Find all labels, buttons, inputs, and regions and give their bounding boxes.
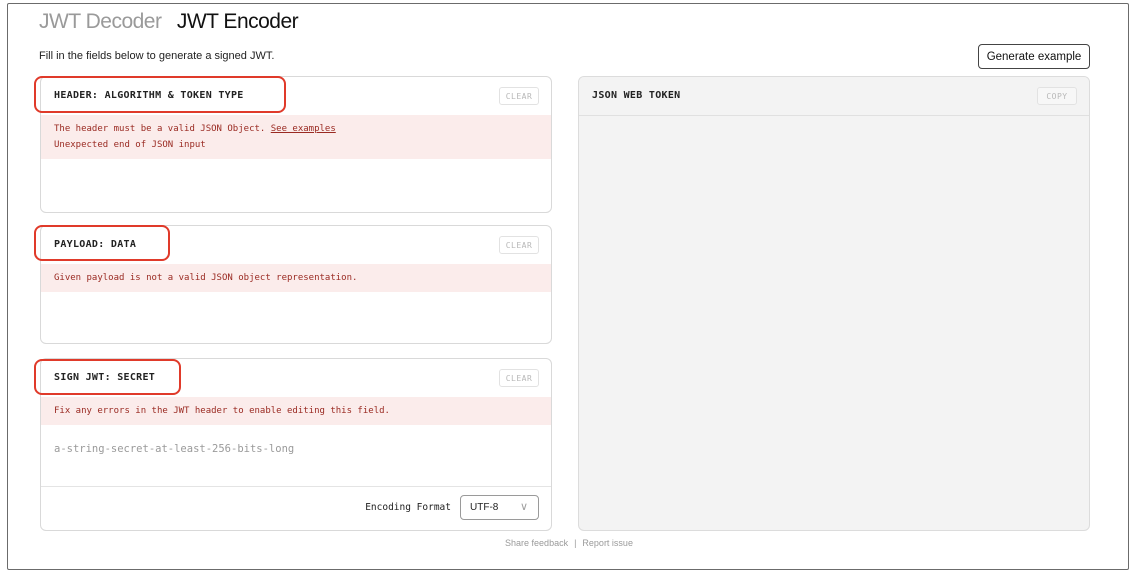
generate-example-button[interactable]: Generate example bbox=[978, 44, 1090, 69]
payload-clear-button[interactable]: CLEAR bbox=[499, 236, 539, 254]
header-panel: HEADER: ALGORITHM & TOKEN TYPE CLEAR The… bbox=[40, 76, 552, 213]
copy-token-button[interactable]: COPY bbox=[1037, 87, 1077, 105]
header-error-text: The header must be a valid JSON Object. bbox=[54, 124, 266, 134]
see-examples-link[interactable]: See examples bbox=[271, 124, 336, 134]
tab-jwt-encoder[interactable]: JWT Encoder bbox=[177, 10, 299, 33]
header-panel-head: HEADER: ALGORITHM & TOKEN TYPE CLEAR bbox=[41, 77, 551, 115]
tab-jwt-decoder[interactable]: JWT Decoder bbox=[39, 10, 162, 33]
secret-clear-button[interactable]: CLEAR bbox=[499, 369, 539, 387]
payload-panel-title: PAYLOAD: DATA bbox=[54, 239, 137, 250]
encoding-format-label: Encoding Format bbox=[365, 502, 451, 513]
json-web-token-panel: JSON WEB TOKEN COPY bbox=[578, 76, 1090, 531]
intro-text: Fill in the fields below to generate a s… bbox=[39, 50, 275, 62]
footer: Share feedback | Report issue bbox=[0, 538, 1138, 548]
encoding-format-row: Encoding Format UTF-8 ∨ bbox=[41, 486, 551, 530]
token-panel-head: JSON WEB TOKEN COPY bbox=[579, 77, 1089, 116]
payload-editor[interactable] bbox=[41, 292, 551, 342]
header-editor[interactable] bbox=[41, 159, 551, 209]
footer-separator: | bbox=[574, 538, 577, 548]
report-issue-link[interactable]: Report issue bbox=[582, 538, 633, 548]
secret-panel-head: SIGN JWT: SECRET CLEAR bbox=[41, 359, 551, 397]
payload-panel-head: PAYLOAD: DATA CLEAR bbox=[41, 226, 551, 264]
chevron-down-icon: ∨ bbox=[519, 501, 528, 513]
encoding-format-value: UTF-8 bbox=[470, 502, 499, 513]
payload-panel: PAYLOAD: DATA CLEAR Given payload is not… bbox=[40, 225, 552, 344]
header-panel-title: HEADER: ALGORITHM & TOKEN TYPE bbox=[54, 90, 244, 101]
header-error-line-2: Unexpected end of JSON input bbox=[54, 140, 206, 150]
mode-tabs: JWT Decoder JWT Encoder bbox=[39, 10, 299, 34]
secret-input[interactable]: a-string-secret-at-least-256-bits-long bbox=[54, 443, 294, 455]
header-clear-button[interactable]: CLEAR bbox=[499, 87, 539, 105]
encoding-format-select[interactable]: UTF-8 ∨ bbox=[460, 495, 539, 520]
header-error-message: The header must be a valid JSON Object. … bbox=[41, 115, 551, 159]
token-output[interactable] bbox=[579, 116, 1089, 526]
share-feedback-link[interactable]: Share feedback bbox=[505, 538, 568, 548]
payload-error-message: Given payload is not a valid JSON object… bbox=[41, 264, 551, 292]
token-panel-title: JSON WEB TOKEN bbox=[592, 90, 681, 101]
secret-error-message: Fix any errors in the JWT header to enab… bbox=[41, 397, 551, 425]
header-error-line-1: The header must be a valid JSON Object. … bbox=[54, 121, 538, 137]
secret-panel-title: SIGN JWT: SECRET bbox=[54, 372, 156, 383]
secret-panel: SIGN JWT: SECRET CLEAR Fix any errors in… bbox=[40, 358, 552, 531]
